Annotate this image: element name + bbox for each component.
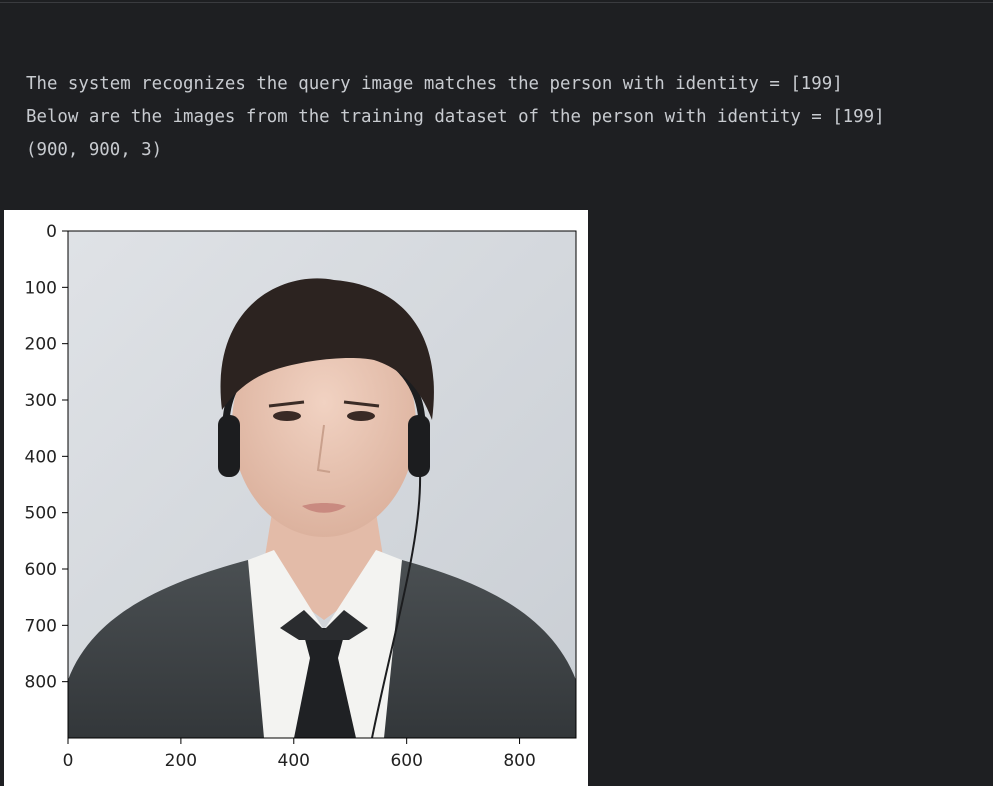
x-tick-label: 0 [63,751,74,771]
y-tick-label: 300 [25,391,57,411]
y-tick-label: 400 [25,447,57,467]
x-tick-label: 200 [165,751,197,771]
y-tick-label: 700 [25,616,57,636]
y-tick-label: 800 [25,673,57,693]
portrait-image [68,231,576,738]
output-line-identity: The system recognizes the query image ma… [26,74,843,94]
x-axis: 0 200 400 600 800 [63,738,536,771]
x-tick-label: 600 [390,751,422,771]
x-tick-label: 400 [278,751,310,771]
y-tick-label: 200 [25,335,57,355]
image-plot: 0 100 200 300 400 500 600 700 800 0 200 400 600 800 [25,222,577,771]
y-tick-label: 600 [25,560,57,580]
x-tick-label: 800 [503,751,535,771]
y-axis: 0 100 200 300 400 500 600 700 800 [25,222,68,693]
cell-divider [0,2,993,3]
y-tick-label: 0 [46,222,57,242]
matplotlib-figure: 0 100 200 300 400 500 600 700 800 0 200 400 600 800 [4,210,588,786]
y-tick-label: 100 [25,278,57,298]
output-line-training: Below are the images from the training d… [26,107,885,127]
y-tick-label: 500 [25,504,57,524]
cell-output-text: The system recognizes the query image ma… [26,68,885,167]
output-line-shape: (900, 900, 3) [26,140,163,160]
